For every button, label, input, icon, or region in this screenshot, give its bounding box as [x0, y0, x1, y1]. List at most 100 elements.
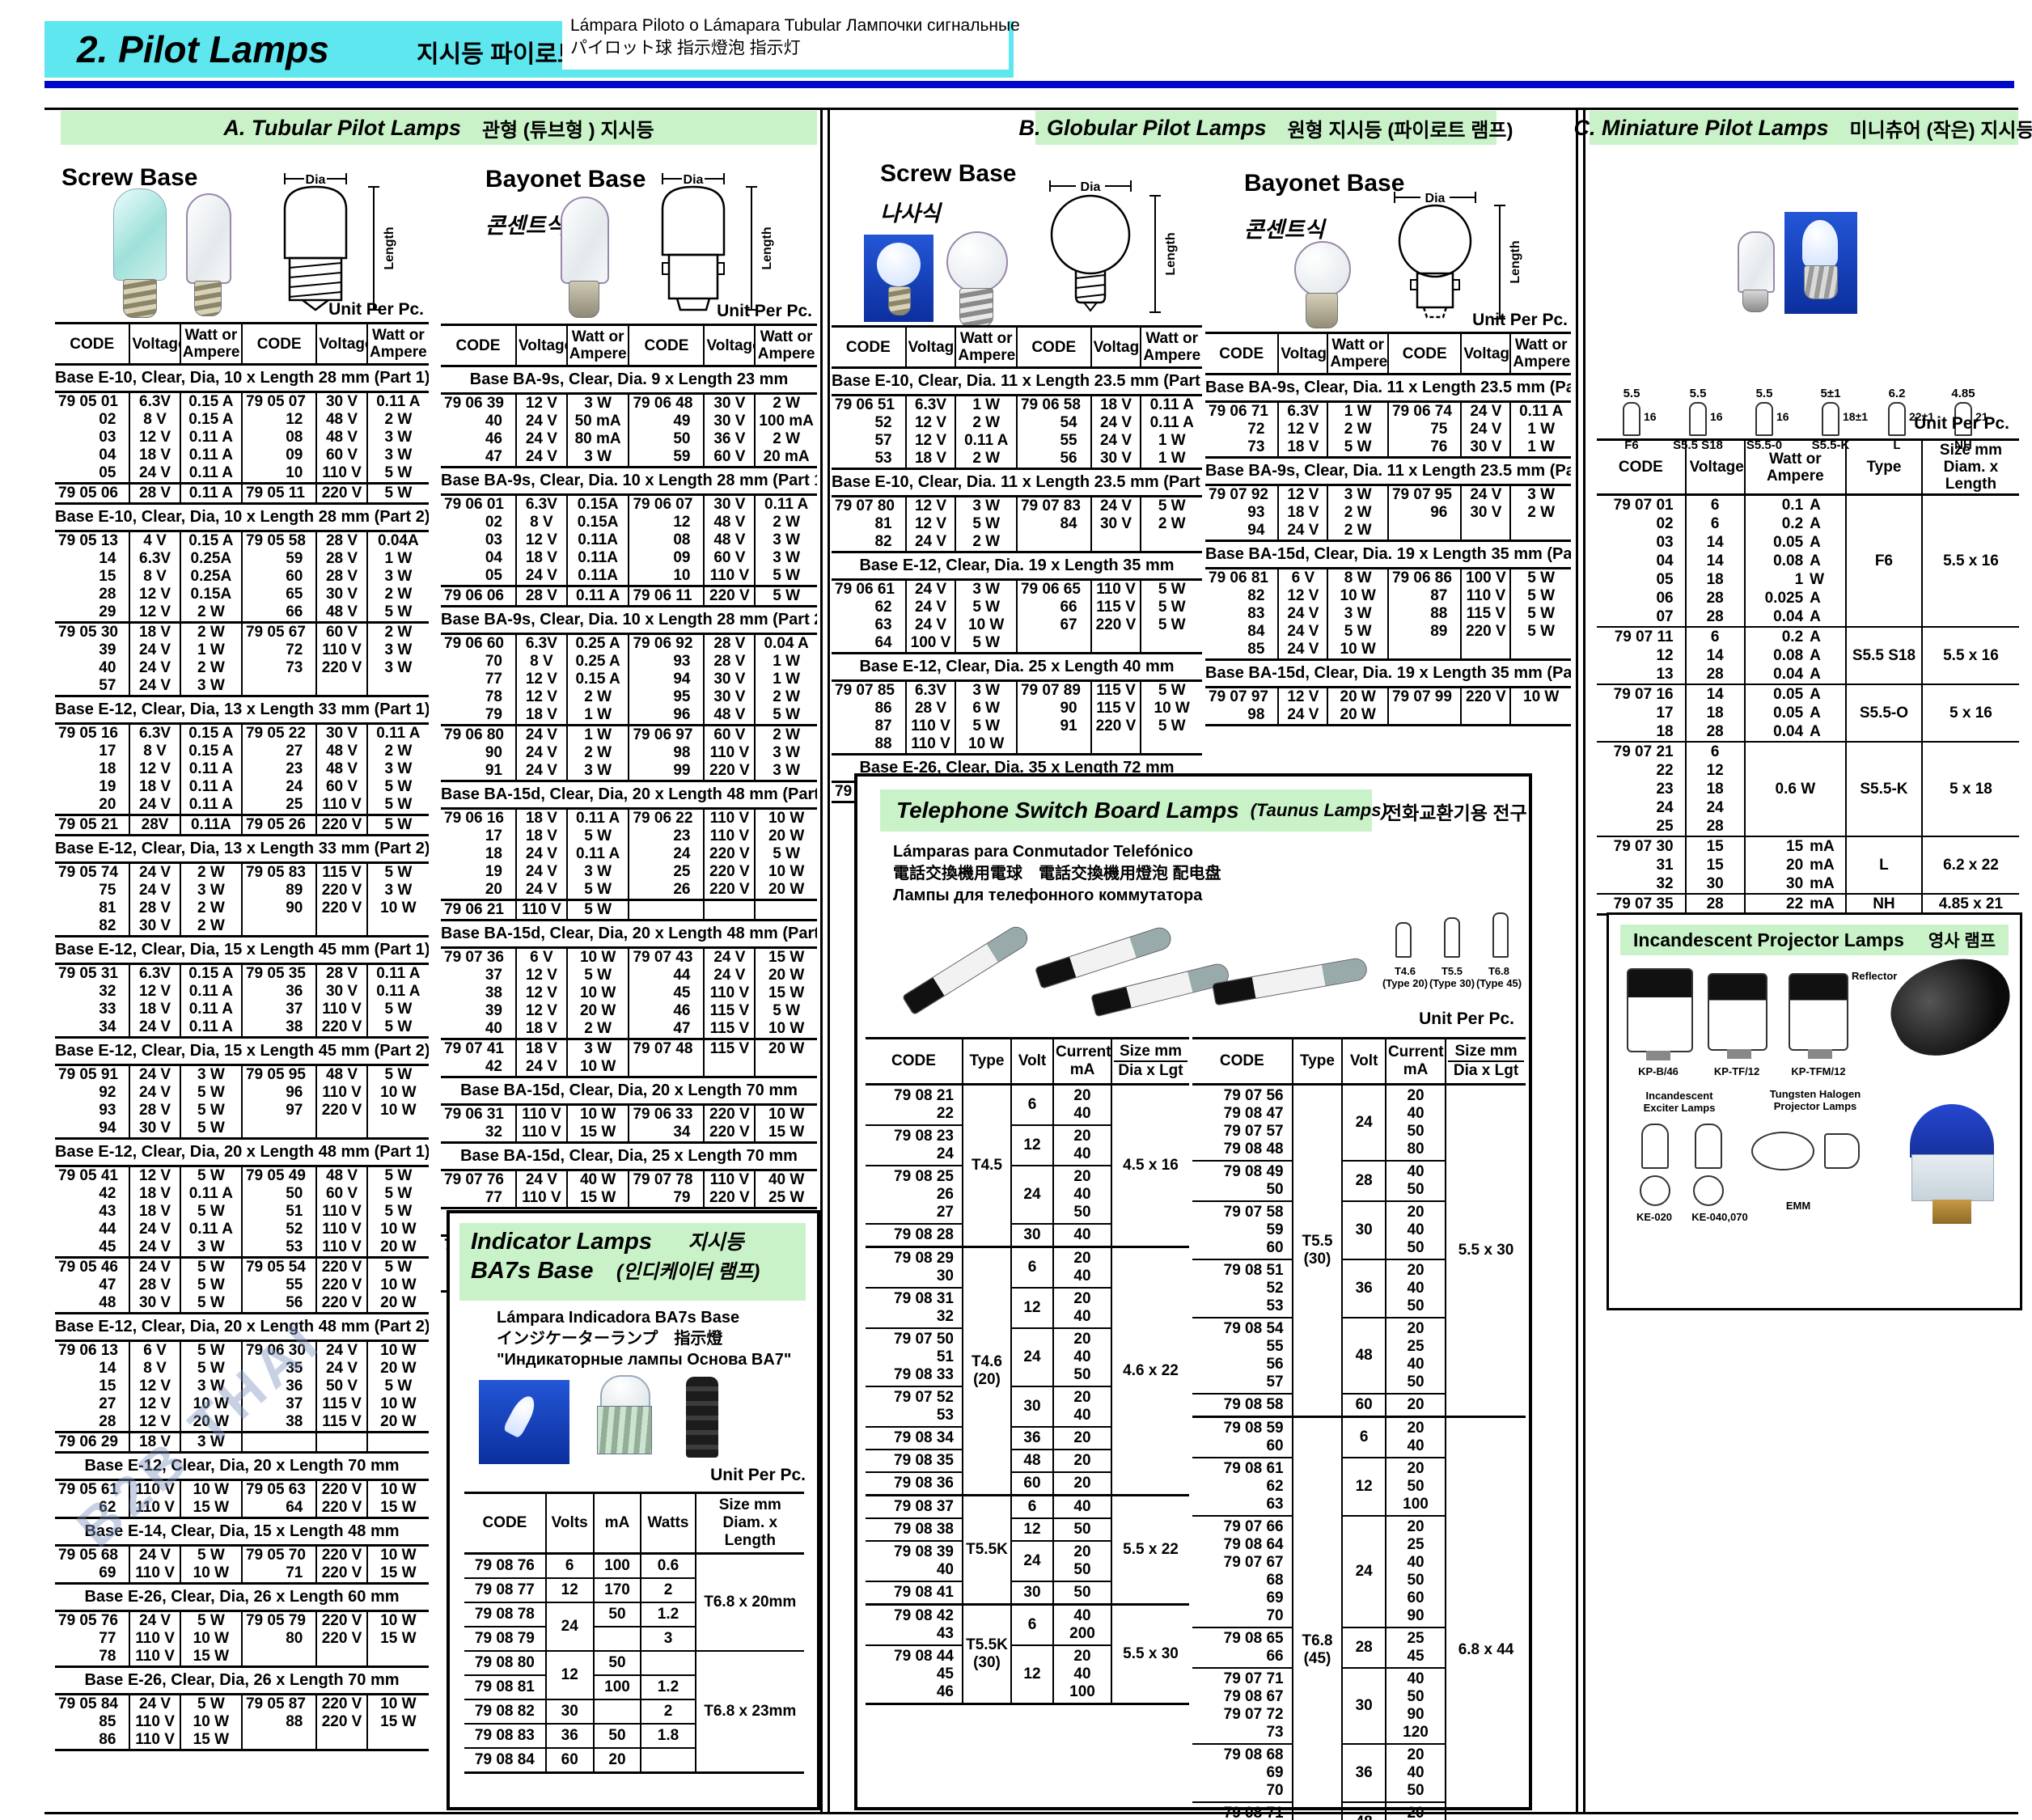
code-cell: 79 05 07 — [242, 392, 316, 412]
table-row: 2024 V5 W26220 V20 W — [441, 881, 817, 900]
watt-cell: 3 W — [955, 681, 1017, 700]
code-cell: 79 07 35 — [1597, 894, 1686, 915]
voltage-cell: 28 — [1686, 817, 1745, 836]
table-row: 3318 V0.11 A37110 V5 W — [55, 1001, 429, 1018]
table-row: 9424 V2 W — [1205, 522, 1571, 541]
watt-cell: 0.15 A — [567, 671, 629, 688]
watt-cell: 2 W — [1327, 522, 1388, 541]
code-cell — [1017, 634, 1091, 654]
code-cell: 18 — [1597, 722, 1686, 742]
watt-cell: 10 W — [1327, 587, 1388, 605]
table-row: 79 07 9712 V20 W79 07 99220 V10 W — [1205, 688, 1571, 707]
code-cell: 52 — [242, 1221, 316, 1238]
code-cell: 70 — [441, 653, 516, 671]
code-cell: 50 — [242, 1185, 316, 1203]
code-cell: 94 — [1205, 522, 1278, 541]
voltage-cell: 24 V — [906, 599, 956, 616]
code-cell: 23 — [1597, 780, 1686, 798]
voltage-cell: 18 V — [516, 1020, 567, 1039]
code-cell: 18 — [55, 760, 129, 778]
current-cell: 2040 — [1053, 1125, 1111, 1166]
code-cell: 12 — [1597, 646, 1686, 665]
code-cell: 05 — [55, 464, 129, 484]
watt-cell: 3 W — [755, 762, 817, 781]
watt-cell: 0.11A — [180, 815, 242, 836]
code-cell: 79 05 13 — [55, 531, 129, 551]
voltage-cell: 28 V — [704, 634, 755, 654]
code-cell: 79 06 01 — [441, 495, 516, 514]
voltage-cell: 220 V — [316, 882, 366, 899]
code-cell: 79 06 60 — [441, 634, 516, 654]
voltage-cell: 220 V — [704, 1105, 755, 1124]
watt-cell: 10 W — [367, 1102, 429, 1120]
table-row: 79 07 5679 08 4779 07 5779 08 48T5.5(30)… — [1192, 1085, 1526, 1162]
table-row: 5212 V2 W5424 V0.11 A — [832, 414, 1202, 432]
voltage-cell: 60 V — [316, 1185, 366, 1203]
watt-cell: 0.15 A — [180, 724, 242, 743]
mini-bulb-shape: 16 — [1623, 402, 1640, 436]
reflector-label: Reflector — [1852, 970, 1897, 982]
ma-cell: 100 — [594, 1554, 641, 1579]
code-cell: 79 07 36 — [441, 948, 516, 967]
unit-per-pc-label: Unit Per Pc. — [1880, 414, 2009, 434]
group-title-row: Base E-26, Clear, Dia, 26 x Length 60 mm — [55, 1584, 429, 1611]
watt-cell — [1510, 641, 1571, 660]
table-row: 4624 V80 mA5036 V2 W — [441, 430, 817, 448]
projector-title-bar: Incandescent Projector Lamps 영사 램프 — [1620, 925, 2009, 955]
code-cell: 86 — [832, 700, 906, 717]
section-b-title: B. Globular Pilot Lamps — [1019, 116, 1267, 141]
voltage-cell: 24 V — [129, 1695, 180, 1714]
code-cell: 34 — [55, 1018, 129, 1038]
code-cell: 90 — [1017, 700, 1091, 717]
header-cell: CODE — [464, 1493, 546, 1554]
watt-cell — [1510, 522, 1571, 541]
watt-cell: 3 W — [955, 580, 1017, 599]
voltage-cell: 24 V — [516, 1170, 567, 1190]
watt-cell: 10 W — [955, 616, 1017, 634]
current-cell: 202540506090 — [1386, 1516, 1446, 1627]
watt-cell: 5 W — [367, 603, 429, 623]
table-row: 79 05 016.3V0.15 A79 05 0730 V0.11 A — [55, 392, 429, 412]
header-cell: mA — [594, 1493, 641, 1554]
watt-cell: 2 W — [567, 688, 629, 706]
voltage-cell: 100 V — [1461, 569, 1510, 588]
volts-cell: 30 — [546, 1699, 594, 1724]
table-row: 178 V0.15 A2748 V2 W — [55, 743, 429, 760]
code-cell: 57 — [832, 432, 906, 450]
code-cell: 25 — [629, 863, 704, 881]
voltage-cell: 60 V — [704, 549, 755, 567]
watt-cell: 3 W — [367, 659, 429, 677]
voltage-cell: 220 V — [316, 1294, 366, 1314]
indicator-title-korean: 지시등 — [688, 1231, 743, 1254]
code-cell: 14 — [55, 1360, 129, 1378]
voltage-cell: 110 V — [906, 717, 956, 735]
top-rule — [44, 108, 2018, 110]
header-cell: Volt — [1342, 1039, 1386, 1085]
table-row: 79 06 31110 V10 W79 06 33220 V10 W — [441, 1105, 817, 1124]
catalog-page: 2. Pilot Lamps 지시등 파이로트 램프 Lámpara Pilot… — [0, 0, 2032, 1820]
voltage-cell: 220 V — [1091, 616, 1141, 634]
exciter-label: Incandescent Exciter Lamps — [1627, 1090, 1732, 1114]
code-cell: 23 — [629, 827, 704, 845]
type-cell: NH — [1846, 894, 1922, 915]
code-cell: 79 08 78 — [464, 1602, 546, 1627]
table-row: 2024 V0.11 A25110 V5 W — [55, 796, 429, 815]
code-cell: 79 07 41 — [441, 1039, 516, 1059]
watt-cell: 3 W — [1510, 485, 1571, 505]
type-cell: F6 — [1846, 495, 1922, 628]
table-row: 0312 V0.11A0848 V3 W — [441, 531, 817, 549]
watt-cell: 0.11 A — [567, 809, 629, 828]
emm-label: EMM — [1774, 1200, 1822, 1212]
voltage-cell: 115 V — [704, 1002, 755, 1020]
watt-cell: 20mA — [1745, 856, 1846, 874]
table-row: 79 06 0628 V0.11 A79 06 11220 V5 W — [441, 586, 817, 607]
table-row: 79 06 6124 V3 W79 06 65110 V5 W — [832, 580, 1202, 599]
group-title: Base E-12, Clear, Dia. 25 x Length 40 mm — [832, 654, 1202, 681]
watt-cell: 10 W — [755, 1105, 817, 1124]
watt-cell: 0.25 A — [567, 653, 629, 671]
voltage-cell: 15 — [1686, 836, 1745, 856]
code-cell: 77 — [441, 1189, 516, 1208]
code-cell: 89 — [242, 882, 316, 899]
voltage-cell: 110 V — [704, 827, 755, 845]
group-title-row: Base BA-9s, Clear, Dia. 10 x Length 28 m… — [441, 607, 817, 634]
